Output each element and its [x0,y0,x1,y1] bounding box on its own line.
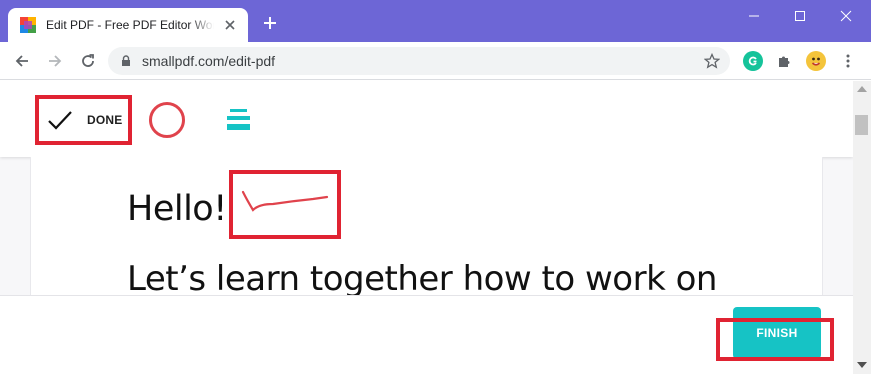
maximize-button[interactable] [777,0,823,32]
smallpdf-favicon-icon [20,17,36,33]
more-menu-icon[interactable] [840,53,856,69]
circle-color-icon[interactable] [149,102,185,138]
forward-arrow-icon[interactable] [47,53,63,69]
tab-title: Edit PDF - Free PDF Editor Working Onlin… [46,18,214,32]
new-tab-icon[interactable] [262,15,278,31]
url-text: smallpdf.com/edit-pdf [142,53,276,69]
document-text-hello: Hello! [127,189,227,229]
checkmark-icon [48,111,72,130]
done-label: DONE [87,113,123,127]
document-text-line: Let’s learn together how to work on [127,259,717,299]
minimize-icon [749,15,759,17]
minimize-button[interactable] [731,0,777,32]
browser-toolbar: smallpdf.com/edit-pdf [0,42,871,80]
lock-icon [122,55,130,66]
done-button[interactable]: DONE [35,95,132,145]
maximize-icon [795,11,805,21]
scrollbar-thumb[interactable] [855,115,868,135]
page-scrollbar[interactable] [853,81,871,374]
page-viewport: DONE Hello! Let’s learn together how to … [0,81,853,374]
scroll-up-icon[interactable] [857,86,867,92]
bottom-action-bar: FINISH [0,295,853,374]
profile-avatar[interactable] [806,51,826,71]
scroll-down-icon[interactable] [857,362,867,368]
bookmark-star-icon[interactable] [704,53,720,69]
grammarly-extension-icon[interactable] [743,51,763,71]
line-weight-icon[interactable] [227,109,250,131]
close-icon [840,10,852,22]
close-window-button[interactable] [823,0,869,32]
drawn-annotation[interactable] [229,170,341,239]
close-tab-icon[interactable] [222,17,238,33]
avatar-face-icon [811,57,821,66]
finish-highlight [716,318,834,361]
address-bar[interactable]: smallpdf.com/edit-pdf [108,47,730,75]
browser-tab[interactable]: Edit PDF - Free PDF Editor Working Onlin… [8,8,248,42]
extensions-puzzle-icon[interactable] [776,53,792,69]
grammarly-g-icon [748,56,757,66]
freehand-stroke-icon [241,190,329,212]
back-arrow-icon[interactable] [14,53,30,69]
reload-icon[interactable] [80,53,96,69]
edit-toolbar: DONE [0,81,853,157]
browser-titlebar: Edit PDF - Free PDF Editor Working Onlin… [0,0,871,42]
